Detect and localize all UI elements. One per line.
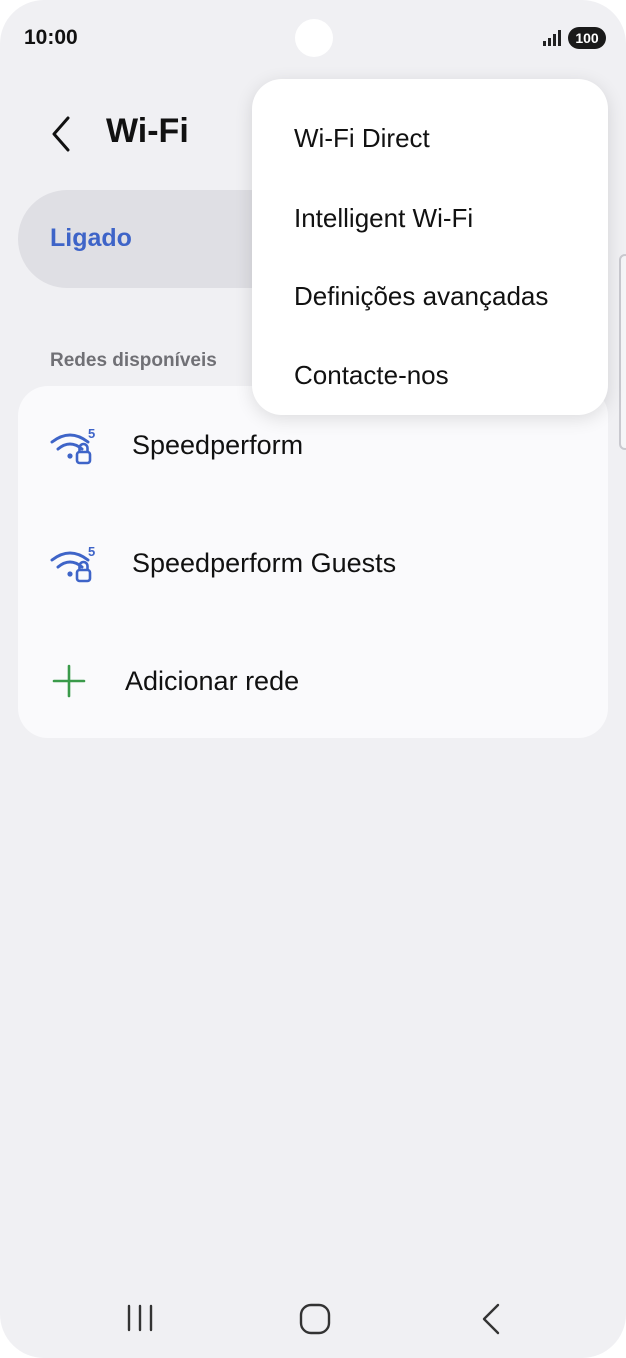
battery-level: 100 xyxy=(575,30,599,46)
wifi-5g-lock-icon: 5 xyxy=(50,426,95,465)
menu-item-label: Wi-Fi Direct xyxy=(294,123,430,153)
menu-item-advanced-settings[interactable]: Definições avançadas xyxy=(252,247,608,325)
battery-icon: 100 xyxy=(568,27,606,49)
plus-icon xyxy=(52,664,86,698)
add-network-label: Adicionar rede xyxy=(125,666,300,696)
svg-text:5: 5 xyxy=(88,544,95,559)
svg-text:5: 5 xyxy=(88,426,95,441)
scrollbar[interactable] xyxy=(619,254,626,450)
network-name: Speedperform xyxy=(132,430,304,460)
camera-cutout xyxy=(295,19,333,57)
menu-item-label: Contacte-nos xyxy=(294,360,449,390)
menu-item-label: Intelligent Wi-Fi xyxy=(294,203,474,233)
add-network-button[interactable]: Adicionar rede xyxy=(18,622,608,738)
chevron-left-icon xyxy=(52,116,70,152)
overflow-menu: Wi-Fi Direct Intelligent Wi-Fi Definiçõe… xyxy=(252,79,608,415)
menu-item-contact-us[interactable]: Contacte-nos xyxy=(252,326,608,404)
menu-item-wifi-direct[interactable]: Wi-Fi Direct xyxy=(252,89,608,167)
page-title: Wi-Fi xyxy=(106,112,189,150)
status-bar: 10:00 100 xyxy=(0,0,626,78)
wifi-5g-lock-icon: 5 xyxy=(50,544,95,583)
master-toggle-label: Ligado xyxy=(50,224,132,252)
recents-button[interactable] xyxy=(124,1302,156,1334)
navigation-bar xyxy=(0,1280,626,1358)
networks-list: 5 Speedperform 5 Speedperform Guests Adi… xyxy=(18,386,608,738)
home-button[interactable] xyxy=(298,1302,332,1336)
network-name: Speedperform Guests xyxy=(132,548,397,578)
menu-item-intelligent-wifi[interactable]: Intelligent Wi-Fi xyxy=(252,169,608,247)
network-item[interactable]: 5 Speedperform Guests xyxy=(18,504,608,622)
status-time: 10:00 xyxy=(24,26,78,49)
available-networks-header: Redes disponíveis xyxy=(50,350,217,371)
signal-icon xyxy=(543,30,561,46)
nav-back-button[interactable] xyxy=(478,1302,504,1336)
menu-item-label: Definições avançadas xyxy=(294,281,549,311)
screen: 10:00 100 Wi-Fi Ligado Redes disponíveis xyxy=(0,0,626,1358)
back-button[interactable] xyxy=(44,112,80,156)
